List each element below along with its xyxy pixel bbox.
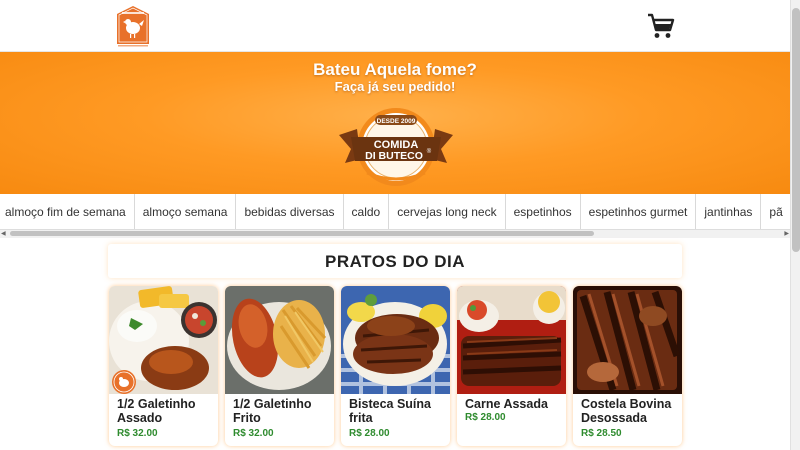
product-card[interactable]: Carne Assada R$ 28.00 (457, 286, 566, 446)
product-price: R$ 28.50 (581, 428, 622, 439)
product-name: 1/2 Galetinho Frito (233, 397, 312, 425)
category-espetinhos[interactable]: espetinhos (506, 194, 581, 229)
section-title: PRATOS DO DIA (325, 252, 465, 271)
product-card[interactable]: Costela Bovina Desossada R$ 28.50 (573, 286, 682, 446)
product-name: Costela Bovina Desossada (581, 397, 672, 425)
bisteca-suina-image (341, 286, 450, 394)
product-card[interactable]: 1/2 Galetinho Assado R$ 32.00 (109, 286, 218, 446)
product-name: 1/2 Galetinho Assado (117, 397, 196, 425)
product-name: Carne Assada (465, 397, 548, 411)
category-almoco-semana[interactable]: almoço semana (135, 194, 237, 229)
category-caldo[interactable]: caldo (344, 194, 390, 229)
section-header: PRATOS DO DIA (108, 244, 682, 278)
product-price: R$ 32.00 (117, 428, 158, 439)
category-espetinhos-gurmet[interactable]: espetinhos gurmet (581, 194, 697, 229)
badge-line2: DI BUTECO (365, 150, 423, 162)
category-partial[interactable]: pã (761, 194, 790, 229)
scroll-left-arrow-icon[interactable]: ◀ (1, 230, 6, 238)
category-jantinhas[interactable]: jantinhas (696, 194, 762, 229)
category-almoco-fim-de-semana[interactable]: almoço fim de semana (0, 194, 135, 229)
comida-di-buteco-badge: DESDE 2009 COMIDA DI BUTECO ® (339, 108, 453, 186)
costela-bovina-image (573, 286, 682, 394)
product-name: Bisteca Suína frita (349, 397, 431, 425)
product-price: R$ 32.00 (233, 428, 274, 439)
horizontal-scrollbar[interactable]: ◀ ▶ (0, 230, 790, 238)
shopping-cart-icon[interactable] (646, 12, 676, 40)
chicken-logo-icon (112, 370, 136, 394)
carne-assada-image (457, 286, 566, 394)
product-card[interactable]: 1/2 Galetinho Frito R$ 32.00 (225, 286, 334, 446)
chicken-logo-icon[interactable] (115, 4, 151, 48)
product-price: R$ 28.00 (349, 428, 390, 439)
product-price: R$ 28.00 (465, 412, 506, 423)
top-header (0, 0, 790, 52)
vertical-scrollbar[interactable] (790, 0, 800, 450)
product-card[interactable]: Bisteca Suína frita R$ 28.00 (341, 286, 450, 446)
hero-headline: Bateu Aquela fome? (313, 60, 477, 79)
hero-subheadline: Faça já seu pedido! (334, 79, 456, 94)
horizontal-scrollbar-thumb[interactable] (10, 231, 594, 236)
galetinho-frito-image (225, 286, 334, 394)
category-bebidas-diversas[interactable]: bebidas diversas (236, 194, 344, 229)
badge-registered-mark: ® (427, 148, 432, 155)
scroll-right-arrow-icon[interactable]: ▶ (784, 230, 789, 238)
badge-top-text: DESDE 2009 (377, 118, 416, 125)
hero-banner: Bateu Aquela fome? Faça já seu pedido! D… (0, 52, 790, 194)
vertical-scrollbar-thumb[interactable] (792, 8, 800, 252)
category-cervejas-long-neck[interactable]: cervejas long neck (389, 194, 506, 229)
category-nav: almoço fim de semana almoço semana bebidas… (0, 194, 790, 230)
